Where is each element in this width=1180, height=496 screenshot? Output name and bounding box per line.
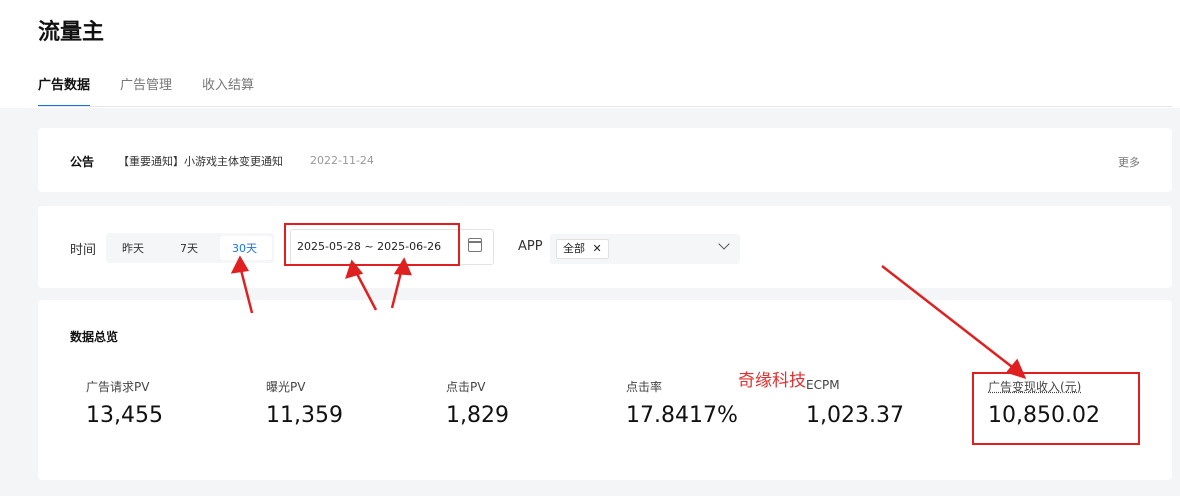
overview-title: 数据总览: [70, 330, 119, 344]
page-title: 流量主: [38, 20, 105, 45]
metric-value: 11,359: [266, 403, 343, 428]
range-30-days[interactable]: 30天: [232, 240, 257, 256]
tabs-divider: [38, 106, 1172, 107]
notice-label: 公告: [70, 155, 95, 169]
app-chip: 全部 ✕: [556, 239, 609, 259]
tab-bar: 广告数据 广告管理 收入结算: [38, 74, 254, 107]
chevron-down-icon[interactable]: [718, 238, 730, 250]
range-yesterday[interactable]: 昨天: [122, 240, 144, 256]
tab-ad-management[interactable]: 广告管理: [120, 74, 172, 107]
time-range-segmented: 昨天 7天 30天: [106, 233, 274, 263]
app-label: APP: [518, 239, 543, 254]
tab-ad-data[interactable]: 广告数据: [38, 74, 91, 107]
close-icon[interactable]: ✕: [593, 242, 602, 255]
metric-value: 1,829: [446, 403, 509, 428]
overview-card: 数据总览 奇缘科技 广告请求PV 13,455 曝光PV 11,359 点击PV…: [38, 300, 1172, 480]
time-label: 时间: [70, 243, 97, 258]
metric-value: 13,455: [86, 403, 163, 428]
header: 流量主 广告数据 广告管理 收入结算: [0, 0, 1180, 108]
metric-label: 点击率: [626, 380, 663, 394]
metric-click-pv: 点击PV 1,829: [430, 366, 590, 462]
tab-income-settlement[interactable]: 收入结算: [202, 74, 254, 107]
range-7-days[interactable]: 7天: [180, 240, 198, 256]
metric-value: 17.8417%: [626, 403, 738, 428]
notice-more-link[interactable]: 更多: [1118, 154, 1140, 170]
filter-card: 时间 昨天 7天 30天 2025-05-28 ~ 2025-06-26 APP…: [38, 206, 1172, 288]
metric-label: 点击PV: [446, 380, 486, 394]
app-chip-label: 全部: [563, 242, 585, 255]
metric-value: 1,023.37: [806, 403, 904, 428]
metric-ad-request-pv: 广告请求PV 13,455: [70, 366, 230, 462]
date-range-annotation-box: [284, 223, 460, 266]
app-select[interactable]: 全部 ✕: [550, 234, 740, 264]
metric-impression-pv: 曝光PV 11,359: [250, 366, 410, 462]
revenue-annotation-box: [972, 372, 1140, 445]
metric-label: ECPM: [806, 378, 840, 392]
metric-ecpm: ECPM 1,023.37: [790, 366, 950, 462]
calendar-icon[interactable]: [468, 238, 482, 252]
notice-date: 2022-11-24: [310, 154, 374, 167]
metric-label: 曝光PV: [266, 380, 306, 394]
notice-card: 公告 【重要通知】小游戏主体变更通知 2022-11-24 更多: [38, 128, 1172, 192]
notice-link[interactable]: 【重要通知】小游戏主体变更通知: [118, 153, 283, 169]
metric-click-rate: 点击率 17.8417%: [610, 366, 770, 462]
metric-label: 广告请求PV: [86, 380, 150, 394]
